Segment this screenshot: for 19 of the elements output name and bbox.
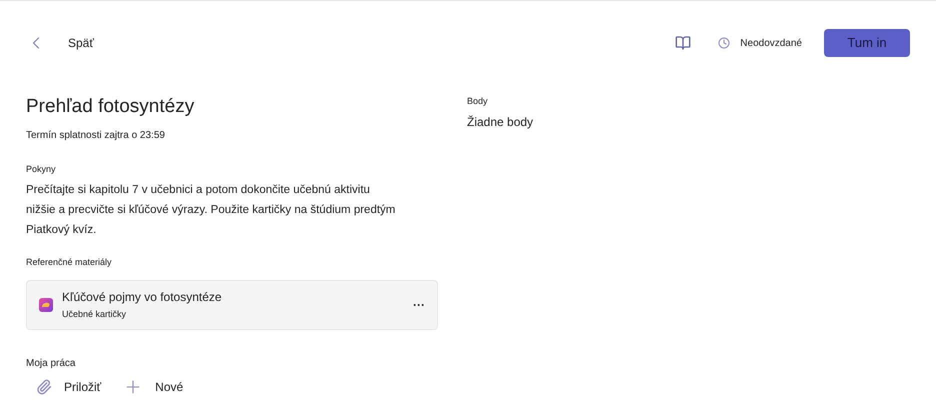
due-date: Termín splatnosti zajtra o 23:59 [26,128,166,142]
more-options-button[interactable]: ··· [413,296,425,314]
points-value: Žiadne body [467,114,534,130]
section-label: Moja práca [26,356,76,370]
paperclip-icon [36,378,52,394]
reference-title: Kľúčové pojmy vo fotosyntéze [62,288,223,306]
status-label: Neodovzdané [718,36,802,50]
attach-button[interactable]: Priložiť [36,378,102,396]
reference-card[interactable]: Kľúčové pojmy vo fotosyntéze Učebné kartičky ··· [26,280,438,330]
back-button[interactable]: Späť [26,33,94,53]
section-label: Pokyny [26,162,57,176]
instructions-text: Prečítajte si kapitolu 7 v učebnici a potom dokončite učebnú aktivitu nižšie a precvičte si kľúčové výrazy. Použite kartičky na štúdium predtým Piatkový kvíz. [26,183,396,238]
section-label: Referenčné materiály [26,256,113,269]
points-label: Body [467,95,489,108]
clock-icon [718,37,730,49]
flashcards-icon [39,298,53,312]
assignment-title: Prehľad fotosyntézy [26,95,196,119]
reference-type: Učebné kartičky [62,308,128,321]
new-button[interactable]: Nové [123,376,184,396]
